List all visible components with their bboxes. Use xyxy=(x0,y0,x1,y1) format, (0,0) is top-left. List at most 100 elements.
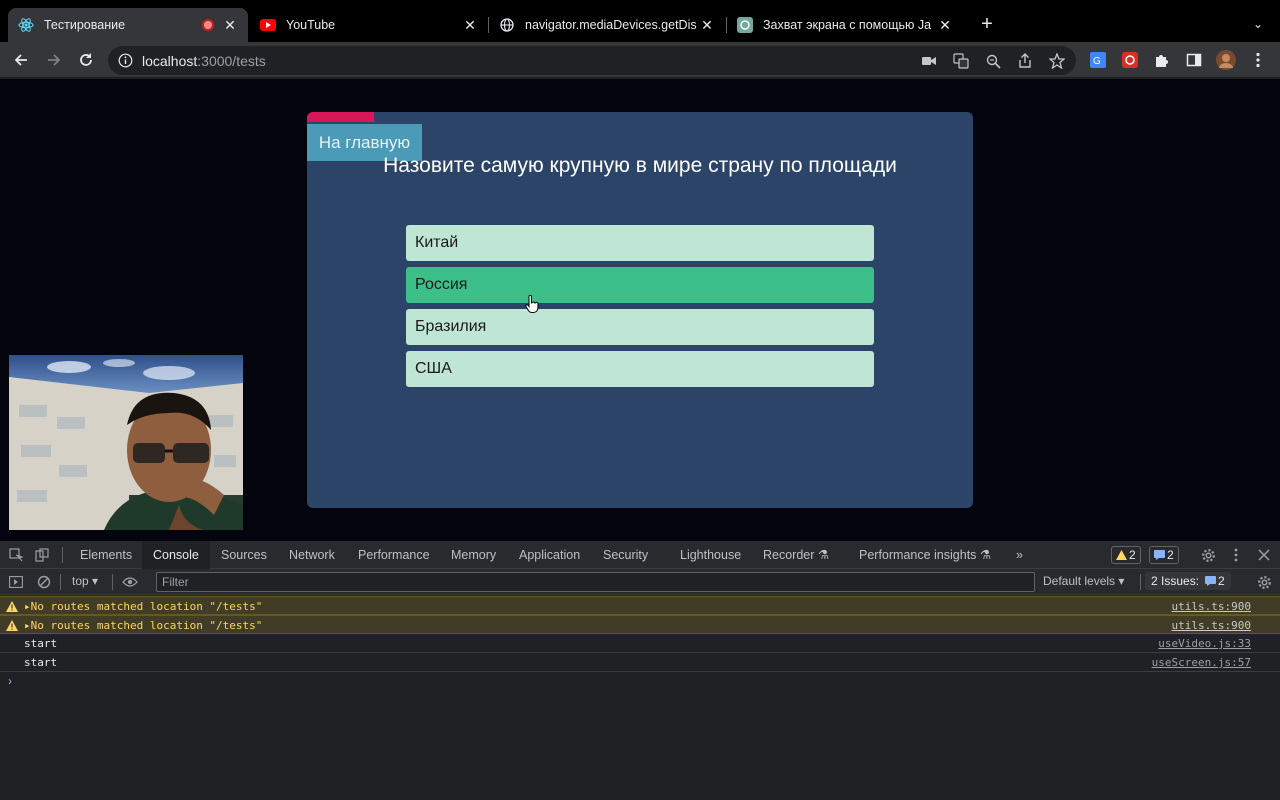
url-text: localhost:3000/tests xyxy=(142,53,266,69)
answer-option[interactable]: Китай xyxy=(406,225,874,261)
answer-option[interactable]: США xyxy=(406,351,874,387)
quiz-progress-bar xyxy=(307,112,374,122)
page-viewport: На главную Назовите самую крупную в мире… xyxy=(0,79,1280,541)
answer-option[interactable]: Россия xyxy=(406,267,874,303)
messages-badge[interactable]: 2 xyxy=(1149,546,1179,564)
warnings-badge[interactable]: 2 xyxy=(1111,546,1141,564)
translate-icon[interactable] xyxy=(952,52,970,70)
tab-title: navigator.mediaDevices.getDis xyxy=(525,18,697,32)
zoom-icon[interactable] xyxy=(984,52,1002,70)
devtools-tab-bar: Elements Console Sources Network Perform… xyxy=(0,541,1280,569)
messages-count: 2 xyxy=(1167,548,1174,562)
console-warning-row[interactable]: ▸No routes matched location "/tests" uti… xyxy=(0,615,1280,634)
reload-icon[interactable] xyxy=(74,48,98,72)
bookmark-star-icon[interactable] xyxy=(1048,52,1066,70)
close-tab-icon[interactable]: ✕ xyxy=(222,17,238,33)
address-bar[interactable]: localhost:3000/tests xyxy=(108,46,1076,75)
divider xyxy=(112,574,113,590)
console-source-link[interactable]: utils.ts:900 xyxy=(1172,597,1251,616)
dropdown-arrow-icon: ▾ xyxy=(92,574,99,588)
close-tab-icon[interactable]: ✕ xyxy=(462,17,478,33)
context-value: top xyxy=(72,574,89,588)
devtools-tab-lighthouse[interactable]: Lighthouse xyxy=(680,541,741,569)
tab-title: Захват экрана с помощью Ja xyxy=(763,18,932,32)
issues-count: 2 xyxy=(1218,574,1225,588)
issues-label: 2 Issues: xyxy=(1151,574,1200,588)
divider xyxy=(62,547,63,563)
console-source-link[interactable]: useVideo.js:33 xyxy=(1158,634,1251,653)
share-icon[interactable] xyxy=(1016,52,1034,70)
divider xyxy=(1140,574,1141,590)
devtools-tab-application[interactable]: Application xyxy=(519,541,580,569)
url-path: :3000/tests xyxy=(197,53,266,69)
url-host: localhost xyxy=(142,53,198,69)
more-tabs-icon[interactable]: » xyxy=(1016,541,1023,569)
devtools-menu-icon[interactable] xyxy=(1228,547,1244,563)
back-icon[interactable] xyxy=(9,48,33,72)
console-filter-bar: top ▾ Filter Default levels ▾ 2 Issues: … xyxy=(0,569,1280,595)
devtools-tab-sources[interactable]: Sources xyxy=(221,541,267,569)
devtools-tab-elements[interactable]: Elements xyxy=(80,541,132,569)
google-translate-extension-icon[interactable]: G xyxy=(1086,48,1110,72)
devtools-tab-performance-insights[interactable]: Performance insights ⚗ xyxy=(859,541,991,569)
clear-console-icon[interactable] xyxy=(36,574,52,590)
log-levels-value: Default levels xyxy=(1043,574,1116,588)
forward-icon[interactable] xyxy=(42,48,66,72)
chatgpt-icon xyxy=(737,17,753,33)
close-tab-icon[interactable]: ✕ xyxy=(699,17,715,33)
devtools-tab-performance[interactable]: Performance xyxy=(358,541,430,569)
devtools-tab-memory[interactable]: Memory xyxy=(451,541,496,569)
question-text: Назовите самую крупную в мире страну по … xyxy=(383,154,897,177)
profile-avatar[interactable] xyxy=(1214,48,1238,72)
extensions-puzzle-icon[interactable] xyxy=(1150,48,1174,72)
console-warning-row[interactable]: ▸No routes matched location "/tests" uti… xyxy=(0,596,1280,615)
sidebar-toggle-icon[interactable] xyxy=(8,574,24,590)
webcam-preview xyxy=(9,355,243,530)
console-log-row: start useScreen.js:57 xyxy=(0,653,1280,672)
devtools-tab-recorder[interactable]: Recorder ⚗ xyxy=(763,541,829,569)
devtools-tab-network[interactable]: Network xyxy=(289,541,335,569)
console-filter-input[interactable]: Filter xyxy=(156,572,1035,592)
recording-icon xyxy=(202,19,214,31)
console-message-text: No routes matched location "/tests" xyxy=(30,619,263,632)
warning-icon xyxy=(6,601,18,612)
console-prompt[interactable]: › xyxy=(8,674,12,688)
quiz-card: На главную Назовите самую крупную в мире… xyxy=(307,112,973,508)
log-levels-dropdown[interactable]: Default levels ▾ xyxy=(1043,574,1124,588)
dropdown-arrow-icon: ▾ xyxy=(1118,574,1125,588)
console-messages: ▸No routes matched location "/tests" uti… xyxy=(0,596,1280,672)
tab-youtube[interactable]: YouTube ✕ xyxy=(250,8,488,42)
settings-gear-icon[interactable] xyxy=(1200,547,1216,563)
close-devtools-icon[interactable] xyxy=(1256,547,1272,563)
tab-mdn[interactable]: navigator.mediaDevices.getDis ✕ xyxy=(489,8,725,42)
recorder-label: Recorder xyxy=(763,548,815,562)
tab-screen-capture[interactable]: Захват экрана с помощью Ja ✕ xyxy=(727,8,963,42)
answer-option[interactable]: Бразилия xyxy=(406,309,874,345)
console-source-link[interactable]: useScreen.js:57 xyxy=(1152,653,1251,672)
warnings-count: 2 xyxy=(1129,548,1136,562)
camera-icon[interactable] xyxy=(920,52,938,70)
globe-icon xyxy=(499,17,515,33)
extension-red-icon[interactable] xyxy=(1118,48,1142,72)
warning-icon xyxy=(1116,550,1127,560)
eye-icon[interactable] xyxy=(122,574,138,590)
message-icon xyxy=(1154,550,1165,560)
new-tab-button[interactable]: + xyxy=(976,13,998,35)
console-source-link[interactable]: utils.ts:900 xyxy=(1172,616,1251,635)
device-toolbar-icon[interactable] xyxy=(34,547,50,563)
side-panel-icon[interactable] xyxy=(1182,48,1206,72)
message-icon xyxy=(1205,576,1217,586)
console-message-text: start xyxy=(24,637,58,650)
tab-search-icon[interactable]: ⌄ xyxy=(1248,13,1268,35)
context-selector[interactable]: top ▾ xyxy=(72,574,98,588)
console-settings-gear-icon[interactable] xyxy=(1256,574,1272,590)
devtools-tab-security[interactable]: Security xyxy=(603,541,648,569)
console-message: ▸No routes matched location "/tests" xyxy=(24,600,263,613)
site-info-icon[interactable] xyxy=(118,53,133,68)
issues-button[interactable]: 2 Issues: 2 xyxy=(1145,572,1231,590)
tab-testing[interactable]: Тестирование ✕ xyxy=(8,8,248,42)
close-tab-icon[interactable]: ✕ xyxy=(937,17,953,33)
inspect-element-icon[interactable] xyxy=(8,547,24,563)
browser-menu-icon[interactable] xyxy=(1246,48,1270,72)
devtools-tab-console[interactable]: Console xyxy=(142,541,210,569)
